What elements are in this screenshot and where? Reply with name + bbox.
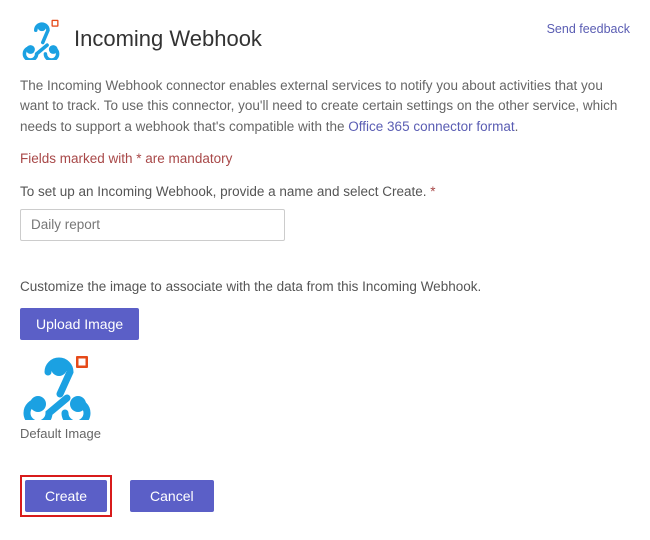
- default-image-caption: Default Image: [20, 426, 630, 441]
- connector-format-link[interactable]: Office 365 connector format: [348, 119, 514, 134]
- default-webhook-image: [20, 354, 94, 420]
- required-marker: *: [430, 184, 435, 199]
- name-field-label-text: To set up an Incoming Webhook, provide a…: [20, 184, 430, 199]
- connector-description: The Incoming Webhook connector enables e…: [20, 76, 630, 137]
- description-text-after: .: [515, 119, 519, 134]
- mandatory-fields-note: Fields marked with * are mandatory: [20, 151, 630, 166]
- customize-image-label: Customize the image to associate with th…: [20, 279, 630, 294]
- send-feedback-link[interactable]: Send feedback: [547, 22, 630, 36]
- page-title: Incoming Webhook: [74, 26, 262, 52]
- create-button[interactable]: Create: [25, 480, 107, 512]
- dialog-header: Incoming Webhook Send feedback: [20, 18, 630, 60]
- webhook-name-input[interactable]: [20, 209, 285, 241]
- dialog-actions: Create Cancel: [20, 475, 630, 517]
- name-field-label: To set up an Incoming Webhook, provide a…: [20, 184, 630, 199]
- default-image-block: Default Image: [20, 354, 630, 441]
- upload-image-button[interactable]: Upload Image: [20, 308, 139, 340]
- title-section: Incoming Webhook: [20, 18, 262, 60]
- create-button-highlight: Create: [20, 475, 112, 517]
- cancel-button[interactable]: Cancel: [130, 480, 214, 512]
- webhook-icon: [20, 18, 62, 60]
- description-text-before: The Incoming Webhook connector enables e…: [20, 78, 617, 134]
